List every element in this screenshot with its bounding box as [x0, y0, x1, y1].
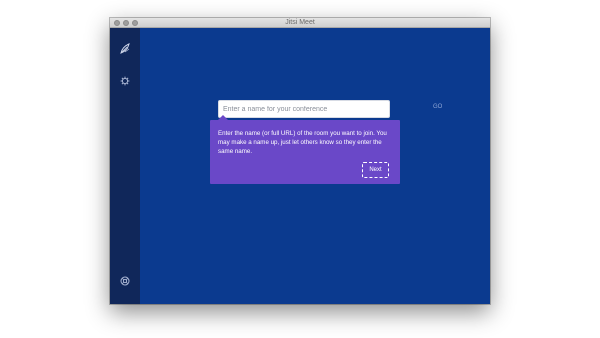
go-button[interactable]: GO: [433, 104, 442, 110]
welcome-page: GO Enter the name (or full URL) of the r…: [140, 28, 490, 304]
gear-icon[interactable]: [118, 74, 132, 88]
sidebar: [110, 28, 140, 304]
help-icon[interactable]: [118, 274, 132, 288]
title-bar[interactable]: Jitsi Meet: [110, 18, 490, 28]
onboarding-text: Enter the name (or full URL) of the room…: [218, 130, 387, 155]
next-button[interactable]: Next: [362, 162, 389, 178]
room-name-input[interactable]: [218, 100, 390, 118]
window-title: Jitsi Meet: [285, 19, 315, 26]
app-window: Jitsi Meet Enter a name for your confere…: [110, 18, 490, 304]
onboarding-tooltip: Enter the name (or full URL) of the room…: [210, 120, 400, 184]
jitsi-logo-icon[interactable]: [118, 41, 132, 55]
